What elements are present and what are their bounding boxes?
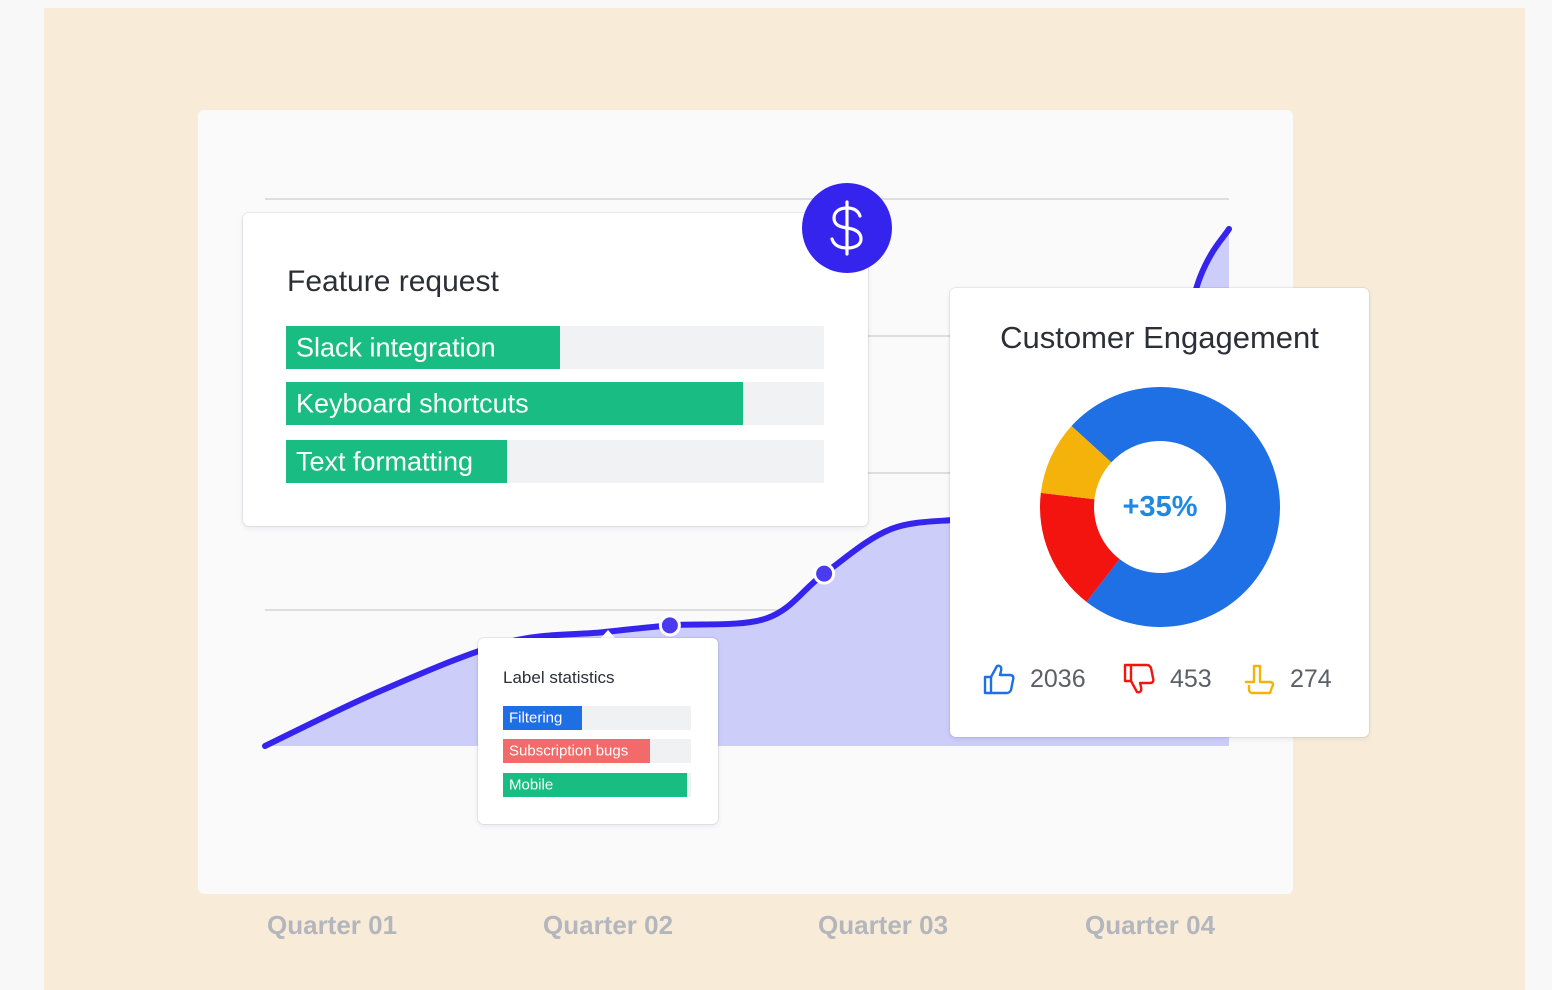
x-tick-label-quarter-02: Quarter 02 [543, 910, 674, 940]
donut-center-value: +35% [1122, 490, 1198, 523]
x-tick-label-quarter-01: Quarter 01 [267, 910, 398, 940]
stat-neutral[interactable]: 274 [1242, 662, 1332, 696]
stat-likes[interactable]: 2036 [982, 662, 1086, 696]
dollar-badge[interactable] [802, 183, 892, 273]
feature-bar-label: Text formatting [296, 446, 474, 476]
feature-bar-keyboard-shortcuts[interactable]: Keyboard shortcuts [286, 382, 824, 425]
customer-engagement-card[interactable]: Customer Engagement +35% 2036 453 274 [950, 288, 1369, 737]
label-bar-filtering[interactable]: Filtering [503, 706, 691, 730]
thumbs-down-icon [1123, 663, 1155, 694]
label-bar-label: Filtering [509, 709, 563, 727]
feature-bar-slack-integration[interactable]: Slack integration [286, 326, 824, 369]
label-bar-mobile[interactable]: Mobile [503, 773, 691, 797]
feature-request-title: Feature request [287, 265, 499, 298]
label-bar-label: Mobile [509, 776, 554, 794]
stat-dislikes[interactable]: 453 [1122, 662, 1212, 696]
label-statistics-card[interactable]: Label statistics Filtering Subscription … [478, 638, 718, 824]
customer-engagement-title: Customer Engagement [1000, 320, 1319, 355]
stat-likes-value: 2036 [1030, 664, 1086, 693]
stat-neutral-value: 274 [1290, 664, 1332, 693]
feature-request-card[interactable]: Feature request Slack integration Keyboa… [243, 213, 868, 526]
feature-bar-text-formatting[interactable]: Text formatting [286, 440, 824, 483]
hand-icon [1244, 664, 1275, 695]
stat-dislikes-value: 453 [1170, 664, 1212, 693]
chart-marker [816, 565, 833, 582]
label-statistics-title: Label statistics [503, 668, 615, 687]
label-bar-label: Subscription bugs [509, 742, 629, 760]
chart-marker [661, 617, 678, 634]
feature-bar-label: Slack integration [296, 332, 496, 362]
dollar-icon [830, 200, 863, 256]
x-tick-label-quarter-04: Quarter 04 [1085, 910, 1216, 940]
x-tick-label-quarter-03: Quarter 03 [818, 910, 949, 940]
feature-bar-label: Keyboard shortcuts [296, 388, 529, 418]
thumbs-up-icon [983, 664, 1015, 695]
label-bar-subscription-bugs[interactable]: Subscription bugs [503, 739, 691, 763]
